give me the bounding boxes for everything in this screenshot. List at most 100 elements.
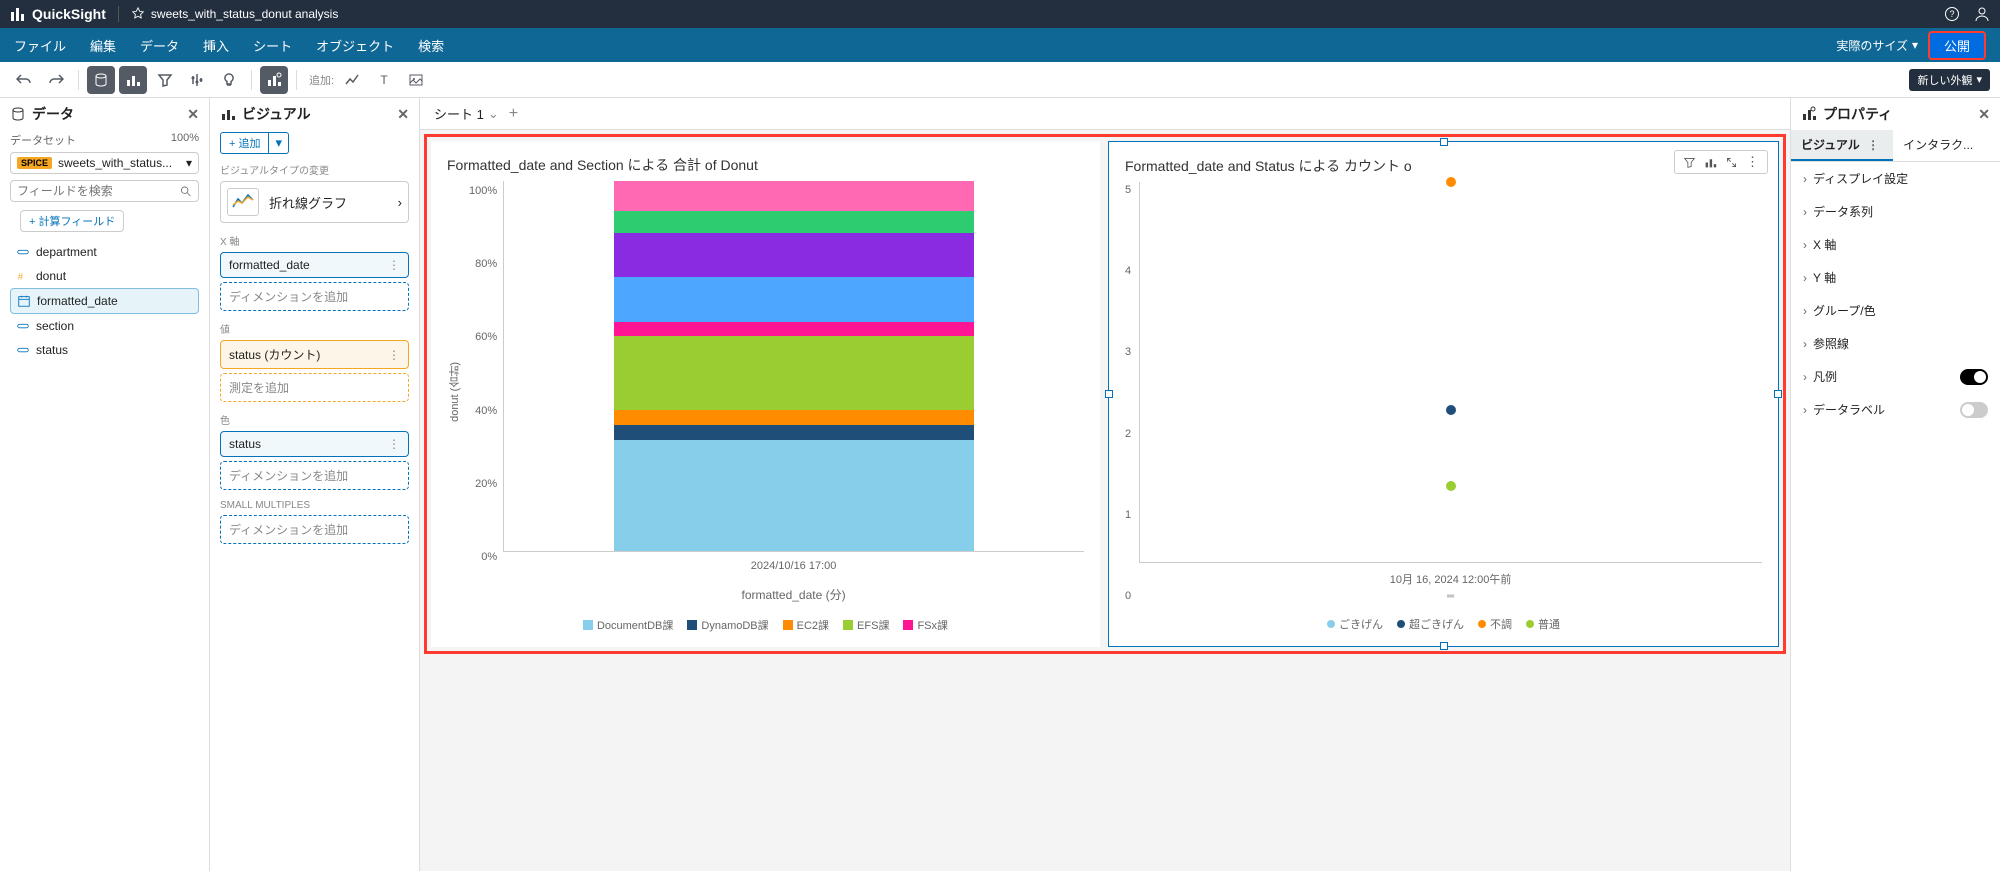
dataset-dropdown[interactable]: SPICE sweets_with_status... ▾ [10,152,199,174]
legend-item[interactable]: EC2課 [783,617,829,633]
chart-stacked-bar[interactable]: Formatted_date and Section による 合計 of Don… [431,141,1100,647]
visual-toggle[interactable] [119,66,147,94]
search-input[interactable] [17,184,179,198]
parameters-button[interactable] [183,66,211,94]
resize-handle-s[interactable] [1440,642,1448,650]
database-icon [10,106,26,122]
user-icon[interactable] [1974,6,1990,22]
menu-data[interactable]: データ [140,36,179,55]
legend-item[interactable]: 不調 [1478,616,1512,632]
properties-toggle[interactable] [260,66,288,94]
svg-text:#: # [18,272,24,283]
prop-section-6[interactable]: ›凡例 [1791,360,2000,393]
add-visual-button[interactable]: + 追加 [220,132,269,154]
prop-tab-interaction[interactable]: インタラク... [1893,130,1983,161]
add-sheet-button[interactable]: + [509,105,518,123]
add-image-button[interactable] [402,66,430,94]
legend-item[interactable]: 超ごきげん [1397,616,1464,632]
toolbar: 追加: T 新しい外観 ▾ [0,62,2000,98]
star-icon [131,7,145,21]
help-icon[interactable]: ? [1944,6,1960,22]
insights-button[interactable] [215,66,243,94]
filter-button[interactable] [151,66,179,94]
quicksight-icon [10,6,26,22]
menu-search[interactable]: 検索 [418,36,444,55]
analysis-title[interactable]: sweets_with_status_donut analysis [131,7,338,21]
menu-edit[interactable]: 編集 [90,36,116,55]
field-formatted_date[interactable]: formatted_date [10,288,199,314]
field-department[interactable]: department [10,240,199,264]
prop-section-5[interactable]: ›参照線 [1791,327,2000,360]
field-section[interactable]: section [10,314,199,338]
color-add[interactable]: ディメンションを追加 [220,461,409,490]
close-data-panel[interactable]: ✕ [187,106,199,123]
resize-handle-w[interactable] [1105,390,1113,398]
vtype-label: ビジュアルタイプの変更 [210,156,419,179]
redo-button[interactable] [42,66,70,94]
actual-size-dropdown[interactable]: 実際のサイズ ▾ [1836,37,1918,54]
legend-item[interactable]: FSx課 [903,617,948,633]
close-visual-panel[interactable]: ✕ [397,106,409,123]
prop-section-1[interactable]: ›データ系列 [1791,195,2000,228]
scatter-point [1446,405,1456,415]
field-status[interactable]: status [10,338,199,362]
chart-icon [220,106,236,122]
chart-filter-icon[interactable] [1683,156,1696,169]
new-look-badge[interactable]: 新しい外観 ▾ [1909,69,1990,91]
legend-item[interactable]: ごきげん [1327,616,1383,632]
xaxis-add[interactable]: ディメンションを追加 [220,282,409,311]
chart1-title: Formatted_date and Section による 合計 of Don… [447,155,1084,175]
chart-scatter[interactable]: ⋮ Formatted_date and Status による カウント o 5… [1108,141,1779,647]
chart1-xvalue: 2024/10/16 17:00 [503,552,1084,572]
prop-section-2[interactable]: ›X 軸 [1791,228,2000,261]
chart-menu-icon[interactable]: ⋮ [1746,154,1759,170]
undo-button[interactable] [10,66,38,94]
data-toggle[interactable] [87,66,115,94]
menu-insert[interactable]: 挿入 [203,36,229,55]
data-panel-title: データ [32,104,74,124]
legend-item[interactable]: DocumentDB課 [583,617,673,633]
chart1-yaxis: 100%80%60%40%20%0% [469,181,503,603]
chart1-xaxis-title: formatted_date (分) [503,572,1084,603]
visual-panel: ビジュアル ✕ + 追加 ▾ ビジュアルタイプの変更 折れ線グラフ › X 軸 … [210,98,420,871]
menubar: ファイル 編集 データ 挿入 シート オブジェクト 検索 実際のサイズ ▾ 公開 [0,28,2000,62]
chart-expand-icon[interactable] [1725,156,1738,169]
value-well[interactable]: status (カウント)⋮ [220,340,409,369]
prop-section-3[interactable]: ›Y 軸 [1791,261,2000,294]
legend-item[interactable]: EFS課 [843,617,889,633]
brand-logo[interactable]: QuickSight [10,6,106,22]
menu-sheet[interactable]: シート [253,36,292,55]
chart-props-icon[interactable] [1704,156,1717,169]
bar-segment [614,425,974,440]
drag-handle-icon[interactable]: ═ [1139,587,1762,602]
visual-type-selector[interactable]: 折れ線グラフ › [220,181,409,223]
field-search[interactable] [10,180,199,202]
chart2-yaxis: 543210 [1125,182,1139,602]
legend-toggle[interactable] [1960,369,1988,385]
spice-badge: SPICE [17,157,52,169]
small-multiples-add[interactable]: ディメンションを追加 [220,515,409,544]
xaxis-well[interactable]: formatted_date⋮ [220,252,409,278]
sheet-tab-1[interactable]: シート 1 ⌄ [434,104,499,123]
calc-field-button[interactable]: + 計算フィールド [20,210,124,232]
resize-handle-n[interactable] [1440,138,1448,146]
add-text-button[interactable]: T [370,66,398,94]
close-properties-panel[interactable]: ✕ [1978,106,1990,123]
add-visual-dropdown[interactable]: ▾ [269,132,289,154]
field-donut[interactable]: #donut [10,264,199,288]
menu-file[interactable]: ファイル [14,36,66,55]
add-line-button[interactable] [338,66,366,94]
prop-section-0[interactable]: ›ディスプレイ設定 [1791,162,2000,195]
prop-tab-visual[interactable]: ビジュアル ⋮ [1791,130,1893,161]
publish-button[interactable]: 公開 [1928,31,1986,60]
value-add[interactable]: 測定を追加 [220,373,409,402]
color-well[interactable]: status⋮ [220,431,409,457]
datalabel-toggle[interactable] [1960,402,1988,418]
legend-item[interactable]: 普通 [1526,616,1560,632]
properties-title: プロパティ [1823,104,1892,124]
menu-object[interactable]: オブジェクト [316,36,394,55]
prop-section-7[interactable]: ›データラベル [1791,393,2000,426]
prop-section-4[interactable]: ›グループ/色 [1791,294,2000,327]
resize-handle-e[interactable] [1774,390,1782,398]
legend-item[interactable]: DynamoDB課 [687,617,768,633]
